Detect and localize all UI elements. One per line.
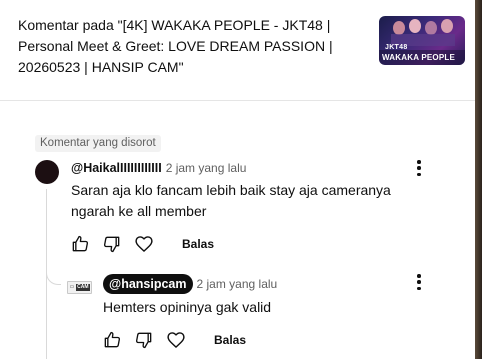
comment-author[interactable]: @HaikalIIIIIIIIIIII bbox=[71, 161, 162, 175]
highlighted-comment-label: Komentar yang disorot bbox=[35, 135, 161, 152]
comment-meta: @HaikalIIIIIIIIIIII 2 jam yang lalu bbox=[71, 161, 246, 175]
reply-actions: Balas bbox=[102, 330, 246, 350]
thumbs-down-icon[interactable] bbox=[134, 330, 154, 350]
comment-actions: Balas bbox=[70, 234, 214, 254]
reply-author-badge[interactable]: @hansipcam bbox=[103, 274, 193, 294]
video-title[interactable]: Komentar pada "[4K] WAKAKA PEOPLE - JKT4… bbox=[18, 15, 358, 78]
avatar-text: CAM bbox=[76, 284, 90, 291]
reply-meta: @hansipcam 2 jam yang lalu bbox=[103, 274, 277, 294]
thumbs-up-icon[interactable] bbox=[102, 330, 122, 350]
thumbs-up-icon[interactable] bbox=[70, 234, 90, 254]
avatar[interactable]: ▭ CAM bbox=[67, 281, 92, 294]
thread-connector bbox=[46, 258, 61, 285]
more-vert-icon[interactable] bbox=[417, 274, 421, 290]
thumbnail-caption-main: WAKAKA PEOPLE bbox=[382, 53, 455, 62]
video-thumbnail[interactable]: JKT48 WAKAKA PEOPLE bbox=[379, 16, 465, 65]
reply-button[interactable]: Balas bbox=[182, 237, 214, 251]
heart-icon[interactable] bbox=[134, 234, 154, 254]
comment-timestamp[interactable]: 2 jam yang lalu bbox=[166, 161, 247, 175]
comment-text: Saran aja klo fancam lebih baik stay aja… bbox=[71, 182, 391, 219]
more-vert-icon[interactable] bbox=[417, 160, 421, 176]
thumbnail-caption-top: JKT48 bbox=[385, 44, 408, 51]
heart-icon[interactable] bbox=[166, 330, 186, 350]
reply-button[interactable]: Balas bbox=[214, 333, 246, 347]
thumbs-down-icon[interactable] bbox=[102, 234, 122, 254]
side-panel-edge bbox=[475, 0, 482, 359]
reply-timestamp[interactable]: 2 jam yang lalu bbox=[197, 277, 278, 291]
comment-header: Komentar pada "[4K] WAKAKA PEOPLE - JKT4… bbox=[0, 0, 475, 101]
reply-text: Hemters opininya gak valid bbox=[103, 299, 272, 315]
avatar[interactable] bbox=[35, 160, 59, 184]
